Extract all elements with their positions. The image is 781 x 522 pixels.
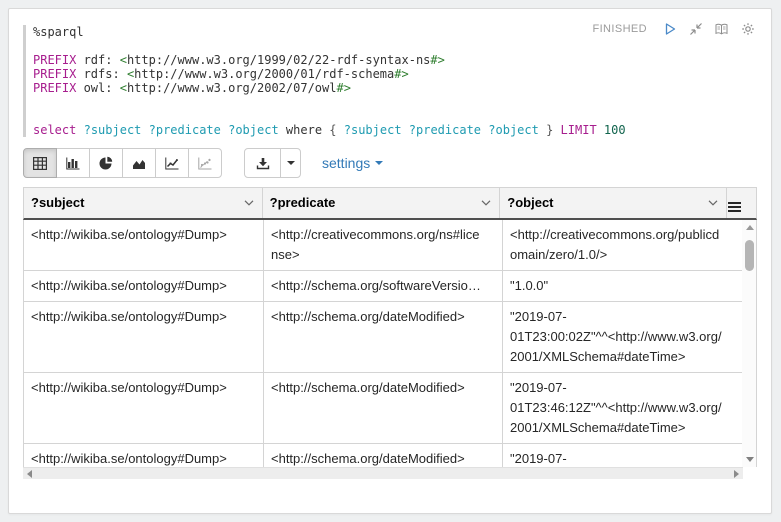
column-label: ?predicate bbox=[270, 195, 336, 210]
download-caret-button[interactable] bbox=[280, 148, 301, 178]
settings-dropdown[interactable]: settings bbox=[322, 155, 383, 171]
settings-gear-button[interactable] bbox=[740, 21, 755, 36]
pie-chart-icon bbox=[99, 156, 113, 170]
table-cell: <http://creativecommons.org/publicd omai… bbox=[503, 220, 743, 270]
scroll-up-arrow-icon[interactable] bbox=[746, 225, 754, 230]
code-line: %sparql bbox=[33, 25, 683, 39]
table-cell: <http://wikiba.se/ontology#Dump> bbox=[24, 220, 264, 270]
grid-menu-button[interactable] bbox=[727, 188, 756, 218]
caret-down-icon bbox=[287, 161, 295, 165]
vertical-scrollbar[interactable] bbox=[742, 220, 756, 467]
bar-chart-view-button[interactable] bbox=[56, 148, 90, 178]
settings-label: settings bbox=[322, 155, 370, 171]
code-line: PREFIX rdfs: <http://www.w3.org/2000/01/… bbox=[33, 67, 683, 81]
book-icon bbox=[714, 22, 729, 36]
table-cell: <http://schema.org/dateModified> bbox=[264, 302, 503, 372]
scroll-left-arrow-icon[interactable] bbox=[27, 470, 32, 478]
table-cell: <http://wikiba.se/ontology#Dump> bbox=[24, 444, 264, 467]
scatter-chart-icon bbox=[198, 157, 212, 170]
table-cell: <http://creativecommons.org/ns#lice nse> bbox=[264, 220, 503, 270]
table-cell: <http://schema.org/dateModified> bbox=[264, 373, 503, 443]
code-lines: %sparql PREFIX rdf: <http://www.w3.org/19… bbox=[33, 25, 683, 137]
table-row: <http://wikiba.se/ontology#Dump><http://… bbox=[24, 373, 743, 444]
hamburger-icon bbox=[728, 200, 741, 214]
code-line bbox=[33, 95, 683, 109]
table-cell: <http://schema.org/softwareVersio… bbox=[264, 271, 503, 301]
table-cell: "2019-07- bbox=[503, 444, 743, 467]
column-label: ?subject bbox=[31, 195, 84, 210]
table-row: <http://wikiba.se/ontology#Dump><http://… bbox=[24, 271, 743, 302]
show-editor-button[interactable] bbox=[714, 21, 729, 36]
scroll-down-arrow-icon[interactable] bbox=[746, 457, 754, 462]
table-cell: "2019-07- 01T23:00:02Z"^^<http://www.w3.… bbox=[503, 302, 743, 372]
table-cell: "1.0.0" bbox=[503, 271, 743, 301]
vertical-scrollbar-thumb[interactable] bbox=[745, 240, 754, 271]
result-toolbar: settings bbox=[23, 148, 383, 178]
horizontal-scrollbar[interactable] bbox=[23, 467, 743, 479]
table-view-button[interactable] bbox=[23, 148, 57, 178]
line-chart-view-button[interactable] bbox=[155, 148, 189, 178]
table-row: <http://wikiba.se/ontology#Dump><http://… bbox=[24, 302, 743, 373]
chevron-down-icon[interactable] bbox=[244, 200, 254, 206]
caret-down-icon bbox=[375, 161, 383, 165]
area-chart-icon bbox=[132, 157, 146, 170]
paragraph-panel: FINISHED bbox=[8, 8, 772, 514]
screenshot-root: { "panel": { "status": "FINISHED" }, "ed… bbox=[0, 0, 781, 522]
table-cell: <http://wikiba.se/ontology#Dump> bbox=[24, 271, 264, 301]
table-body-rows: <http://wikiba.se/ontology#Dump><http://… bbox=[24, 220, 743, 467]
table-cell: "2019-07- 01T23:46:12Z"^^<http://www.w3.… bbox=[503, 373, 743, 443]
download-button-group bbox=[244, 148, 301, 178]
grid-body: <http://wikiba.se/ontology#Dump><http://… bbox=[23, 220, 757, 467]
code-editor[interactable]: %sparql PREFIX rdf: <http://www.w3.org/19… bbox=[23, 25, 683, 137]
code-line: select ?subject ?predicate ?object where… bbox=[33, 123, 683, 137]
scatter-chart-view-button[interactable] bbox=[188, 148, 222, 178]
table-icon bbox=[33, 157, 47, 170]
chart-type-button-group bbox=[23, 148, 222, 178]
table-row: <http://wikiba.se/ontology#Dump><http://… bbox=[24, 444, 743, 467]
code-line bbox=[33, 39, 683, 53]
column-header-object[interactable]: ?object bbox=[500, 188, 727, 218]
table-cell: <http://schema.org/dateModified> bbox=[264, 444, 503, 467]
download-button[interactable] bbox=[244, 148, 281, 178]
code-line bbox=[33, 109, 683, 123]
pie-chart-view-button[interactable] bbox=[89, 148, 123, 178]
code-line: PREFIX owl: <http://www.w3.org/2002/07/o… bbox=[33, 81, 683, 95]
column-header-subject[interactable]: ?subject bbox=[24, 188, 263, 218]
scroll-right-arrow-icon[interactable] bbox=[734, 470, 739, 478]
bar-chart-icon bbox=[66, 157, 80, 170]
collapse-button[interactable] bbox=[688, 21, 703, 36]
gear-icon bbox=[741, 22, 755, 36]
table-row: <http://wikiba.se/ontology#Dump><http://… bbox=[24, 220, 743, 271]
chevron-down-icon[interactable] bbox=[708, 200, 718, 206]
grid-header: ?subject ?predicate ?object bbox=[23, 187, 757, 220]
table-cell: <http://wikiba.se/ontology#Dump> bbox=[24, 302, 264, 372]
table-cell: <http://wikiba.se/ontology#Dump> bbox=[24, 373, 264, 443]
compress-icon bbox=[689, 22, 703, 36]
code-line: PREFIX rdf: <http://www.w3.org/1999/02/2… bbox=[33, 53, 683, 67]
download-icon bbox=[256, 157, 270, 170]
chevron-down-icon[interactable] bbox=[481, 200, 491, 206]
column-header-predicate[interactable]: ?predicate bbox=[263, 188, 501, 218]
results-grid: ?subject ?predicate ?object bbox=[23, 187, 757, 479]
column-label: ?object bbox=[507, 195, 553, 210]
area-chart-view-button[interactable] bbox=[122, 148, 156, 178]
line-chart-icon bbox=[165, 157, 179, 170]
